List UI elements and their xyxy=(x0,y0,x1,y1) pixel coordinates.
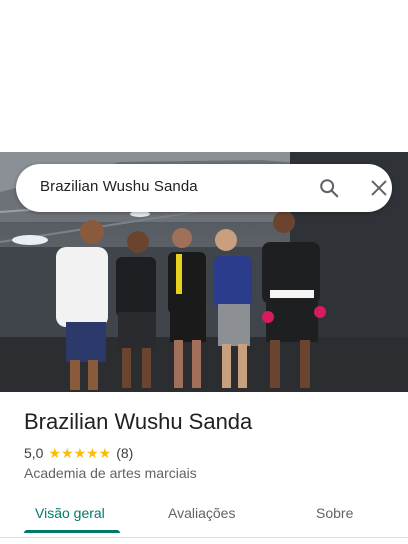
tab-reviews[interactable]: Avaliações xyxy=(168,505,235,521)
search-icon[interactable] xyxy=(318,177,340,199)
review-count[interactable]: (8) xyxy=(116,445,133,461)
tab-bar: Visão geral Avaliações Sobre xyxy=(0,496,408,536)
place-category: Academia de artes marciais xyxy=(24,465,197,481)
close-icon[interactable] xyxy=(368,177,390,199)
star-rating-icon: ★★★★★ xyxy=(48,444,112,461)
search-input[interactable]: Brazilian Wushu Sanda xyxy=(40,178,198,195)
active-tab-indicator xyxy=(24,530,120,533)
place-title: Brazilian Wushu Sanda xyxy=(24,409,253,434)
search-bar[interactable]: Brazilian Wushu Sanda xyxy=(16,164,392,212)
divider xyxy=(0,537,408,538)
tab-about[interactable]: Sobre xyxy=(316,505,353,521)
tab-overview[interactable]: Visão geral xyxy=(35,505,105,521)
rating-row[interactable]: 5,0 ★★★★★ (8) xyxy=(24,444,133,462)
rating-value: 5,0 xyxy=(24,445,44,461)
